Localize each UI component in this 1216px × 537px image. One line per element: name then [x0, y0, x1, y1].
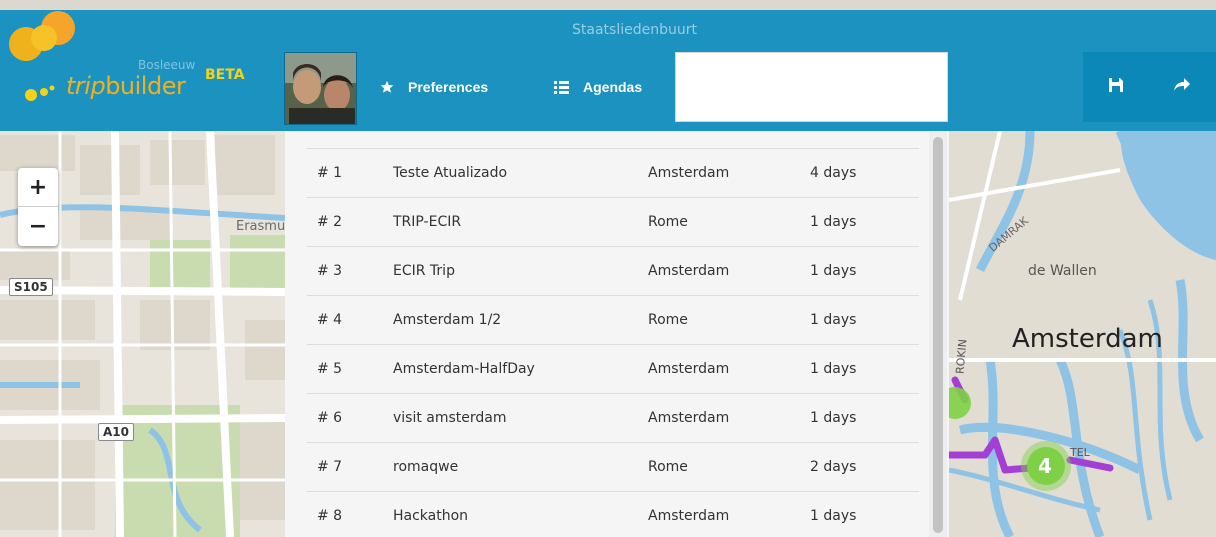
agenda-row[interactable]: # 7 romaqwe Rome 2 days	[307, 442, 919, 492]
map-label-de-wallen: de Wallen	[1028, 263, 1097, 279]
agendas-label: Agendas	[583, 79, 643, 95]
share-arrow-icon	[1174, 77, 1190, 97]
share-button[interactable]	[1149, 52, 1215, 122]
agenda-duration: 1 days	[810, 410, 857, 426]
list-icon	[554, 80, 569, 94]
agenda-duration: 1 days	[810, 214, 857, 230]
zoom-out-button[interactable]: −	[18, 207, 58, 246]
agenda-title: Hackathon	[393, 508, 469, 525]
agendas-button[interactable]: Agendas	[532, 52, 675, 122]
agenda-duration: 1 days	[810, 508, 857, 525]
map-label-amsterdam: Amsterdam	[1012, 324, 1163, 354]
agenda-title: visit amsterdam	[393, 410, 507, 426]
agenda-city: Amsterdam	[648, 508, 730, 525]
agenda-city: Rome	[648, 459, 688, 475]
agenda-duration: 1 days	[810, 361, 857, 377]
map-label-bosleeuw: Bosleeuw	[138, 58, 196, 72]
agenda-city: Amsterdam	[648, 165, 730, 181]
agenda-duration: 2 days	[810, 459, 857, 475]
agenda-row[interactable]: # 2 TRIP-ECIR Rome 1 days	[307, 197, 919, 247]
agenda-city: Rome	[648, 214, 688, 230]
agenda-city: Amsterdam	[648, 361, 730, 377]
agenda-row[interactable]: # 8 Hackathon Amsterdam 1 days	[307, 491, 919, 537]
agenda-city: Amsterdam	[648, 263, 730, 279]
agenda-city: Amsterdam	[648, 410, 730, 426]
agenda-title: Teste Atualizado	[393, 165, 508, 181]
agenda-list-panel: # 1 Teste Atualizado Amsterdam 4 days # 2 TRI…	[285, 131, 949, 537]
agenda-row[interactable]: # 6 visit amsterdam Amsterdam 1 days	[307, 393, 919, 443]
panel-scrollbar[interactable]	[929, 131, 947, 537]
map-tools	[1083, 52, 1216, 122]
agenda-number: # 4	[317, 312, 343, 328]
agenda-number: # 7	[317, 459, 343, 475]
agenda-duration: 1 days	[810, 263, 857, 279]
agenda-title: Amsterdam 1/2	[393, 312, 502, 328]
brand-name: tripbuilder	[66, 72, 186, 100]
agenda-row[interactable]: # 4 Amsterdam 1/2 Rome 1 days	[307, 295, 919, 345]
map-label-tel: TEL	[1070, 446, 1090, 459]
agenda-row[interactable]: # 5 Amsterdam-HalfDay Amsterdam 1 days	[307, 344, 919, 394]
agenda-number: # 1	[317, 165, 343, 181]
zoom-control: + −	[18, 168, 58, 246]
preferences-button[interactable]: Preferences	[358, 52, 532, 122]
beta-badge: BETA	[205, 67, 245, 83]
scrollbar-thumb[interactable]	[933, 137, 943, 533]
agenda-number: # 3	[317, 263, 343, 279]
user-avatar[interactable]	[284, 52, 357, 125]
road-shield-a10: A10	[98, 423, 134, 441]
agenda-title: romaqwe	[393, 459, 459, 475]
agenda-number: # 2	[317, 214, 343, 230]
road-shield-s105: S105	[9, 278, 53, 296]
agenda-city: Rome	[648, 312, 688, 328]
agenda-title: TRIP-ECIR	[393, 214, 462, 230]
map-label-erasmus: Erasmu	[236, 219, 286, 234]
agenda-row[interactable]: # 3 ECIR Trip Amsterdam 1 days	[307, 246, 919, 296]
map-label-staatsliedenbuurt: Staatsliedenbuurt	[572, 22, 697, 38]
agenda-title: ECIR Trip	[393, 263, 455, 279]
agenda-duration: 1 days	[810, 312, 857, 328]
cluster-count[interactable]: 4	[1038, 454, 1052, 478]
agenda-number: # 6	[317, 410, 343, 426]
agenda-title: Amsterdam-HalfDay	[393, 361, 535, 377]
agenda-row[interactable]: # 1 Teste Atualizado Amsterdam 4 days	[307, 148, 919, 198]
star-icon	[380, 80, 394, 94]
agenda-duration: 4 days	[810, 165, 857, 181]
zoom-in-button[interactable]: +	[18, 168, 58, 207]
search-input[interactable]	[675, 52, 948, 122]
agenda-number: # 5	[317, 361, 343, 377]
preferences-label: Preferences	[408, 79, 489, 95]
save-icon	[1109, 77, 1123, 97]
agenda-table: # 1 Teste Atualizado Amsterdam 4 days # 2 TRI…	[307, 148, 919, 537]
save-button[interactable]	[1083, 52, 1149, 122]
agenda-number: # 8	[317, 508, 343, 525]
